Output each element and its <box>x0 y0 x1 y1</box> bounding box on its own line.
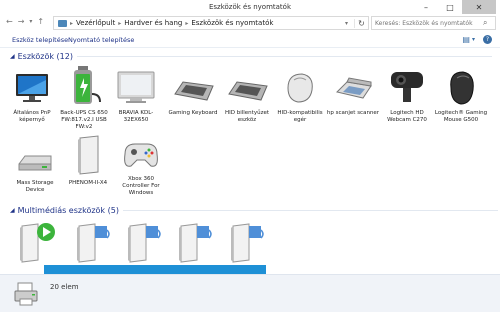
device-item[interactable]: Általános PnP képernyő <box>5 68 59 124</box>
maximize-button[interactable]: □ <box>438 0 462 14</box>
search-input[interactable] <box>375 19 483 27</box>
device-label: Általános PnP képernyő <box>13 110 51 123</box>
device-item[interactable]: hp scanjet scanner <box>326 68 380 117</box>
media-device-item[interactable] <box>16 220 66 266</box>
device-label: HID-kompatibilis egér <box>277 110 323 123</box>
control-panel-icon <box>58 19 67 27</box>
media-server-icon <box>179 223 212 263</box>
title-bar: Eszközök és nyomtatók – □ ✕ <box>0 0 500 14</box>
device-label: PHENOM-II-X4 <box>68 180 108 186</box>
multimedia-section-header[interactable]: ◢ Multimédiás eszközök (5) <box>10 206 498 215</box>
media-server-play-icon <box>20 223 55 263</box>
device-item[interactable]: Back-UPS CS 650 FW:817.v2.I USB FW:v2 <box>57 64 111 131</box>
device-item[interactable]: Mass Storage Device <box>8 148 62 194</box>
scanner-icon <box>336 77 372 99</box>
device-item[interactable]: BRAVIA KDL-32EX650 <box>109 68 163 124</box>
device-item[interactable]: PHENOM-II-X4 <box>61 134 115 187</box>
add-printer-button[interactable]: Nyomtató telepítése <box>68 36 134 44</box>
drive-icon <box>18 155 52 171</box>
refresh-icon[interactable]: ↻ <box>354 18 368 28</box>
devices-section-header[interactable]: ◢ Eszközök (12) <box>10 52 492 61</box>
media-device-item[interactable] <box>175 220 225 266</box>
back-button[interactable]: ← <box>6 17 13 26</box>
minimize-button[interactable]: – <box>414 0 438 14</box>
up-button[interactable]: ↑ <box>37 17 44 26</box>
device-item[interactable]: Xbox 360 Controller For Windows <box>114 134 168 197</box>
add-device-button[interactable]: Eszköz telepítése <box>12 36 68 44</box>
device-label: Xbox 360 Controller For Windows <box>122 176 160 196</box>
device-item[interactable]: Logitech® Gaming Mouse G500 <box>434 66 488 124</box>
media-server-icon <box>128 223 161 263</box>
tv-icon <box>117 71 155 103</box>
device-label: hp scanjet scanner <box>326 110 380 116</box>
keyboard-icon <box>228 81 268 101</box>
details-pane: 20 elem <box>0 274 500 312</box>
device-item[interactable]: Gaming Keyboard <box>166 72 220 117</box>
monitor-icon <box>16 74 48 102</box>
forward-button[interactable]: → <box>18 17 25 26</box>
recent-locations-button[interactable]: ▾ <box>29 18 32 25</box>
device-item[interactable]: Logitech HD Webcam C270 <box>380 66 434 124</box>
search-icon[interactable]: ⌕ <box>483 18 487 28</box>
device-label: BRAVIA KDL-32EX650 <box>118 110 154 123</box>
device-item[interactable]: HID-kompatibilis egér <box>273 68 327 124</box>
view-options-icon[interactable]: ▤ <box>462 35 470 44</box>
device-label: Back-UPS CS 650 FW:817.v2.I USB FW:v2 <box>60 110 108 130</box>
breadcrumb-control-panel[interactable]: Vezérlőpult <box>76 19 115 27</box>
device-label: Gaming Keyboard <box>168 110 218 116</box>
gaming-mouse-icon <box>450 71 474 105</box>
device-label: Logitech HD Webcam C270 <box>387 110 427 123</box>
computer-icon <box>78 135 99 175</box>
devices-section-label: Eszközök (12) <box>17 52 73 61</box>
content-pane: ◢ Eszközök (12) Általános PnP képernyő B… <box>0 48 500 274</box>
devices-printers-icon <box>14 282 38 306</box>
keyboard-icon <box>174 81 214 101</box>
close-button[interactable]: ✕ <box>462 0 496 14</box>
help-icon[interactable]: ? <box>483 35 492 44</box>
breadcrumb-devices-printers[interactable]: Eszközök és nyomtatók <box>191 19 273 27</box>
address-bar-row: ← → ▾ ↑ ▸ Vezérlőpult ▸ Hardver és hang … <box>0 14 500 32</box>
media-server-icon <box>77 223 110 263</box>
command-bar: Eszköz telepítése Nyomtató telepítése ▤ … <box>0 32 500 48</box>
selection-highlight <box>44 265 266 274</box>
device-label: Mass Storage Device <box>16 180 54 193</box>
item-count: 20 elem <box>50 283 79 291</box>
gamepad-icon <box>124 143 158 167</box>
media-device-item[interactable] <box>227 220 277 266</box>
media-device-item[interactable] <box>73 220 123 266</box>
device-item[interactable]: HID billentyűzet eszköz <box>220 72 274 124</box>
collapse-chevron-icon[interactable]: ◢ <box>10 207 15 214</box>
mouse-icon <box>287 73 313 103</box>
webcam-icon <box>391 72 423 102</box>
device-label: HID billentyűzet eszköz <box>224 110 269 123</box>
chevron-down-icon[interactable]: ▾ <box>472 36 475 44</box>
chevron-down-icon[interactable]: ▾ <box>345 20 351 27</box>
breadcrumb-hardware-sound[interactable]: Hardver és hang <box>124 19 182 27</box>
device-label: Logitech® Gaming Mouse G500 <box>434 110 488 123</box>
collapse-chevron-icon[interactable]: ◢ <box>10 53 15 60</box>
media-device-item[interactable] <box>124 220 174 266</box>
battery-icon <box>74 66 101 104</box>
media-server-icon <box>231 223 264 263</box>
search-box[interactable]: ⌕ <box>371 16 496 30</box>
address-bar[interactable]: ▸ Vezérlőpult ▸ Hardver és hang ▸ Eszköz… <box>53 16 369 30</box>
multimedia-section-label: Multimédiás eszközök (5) <box>17 206 119 215</box>
